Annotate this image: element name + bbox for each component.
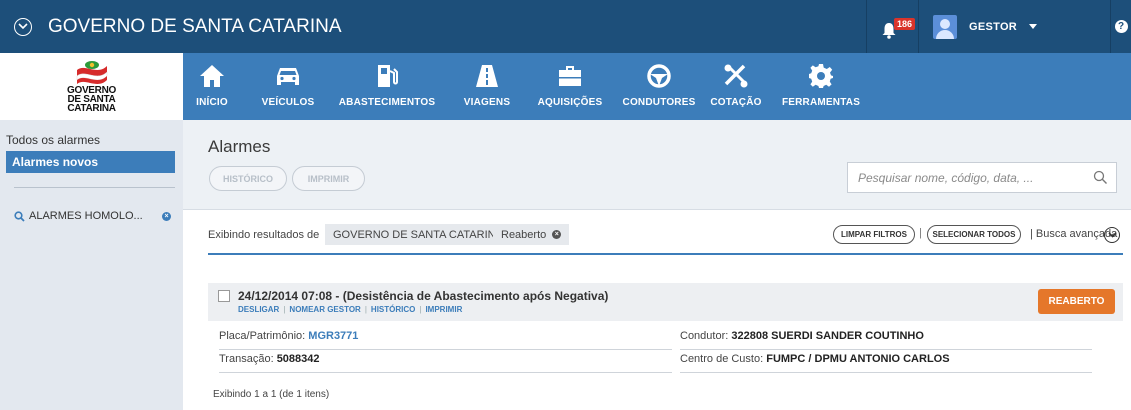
logo-text: GOVERNO DE SANTA CATARINA <box>66 85 117 114</box>
tools-icon <box>724 64 748 88</box>
nav-item-viagens[interactable]: VIAGENS <box>461 53 513 120</box>
help-icon: ? <box>1114 20 1128 33</box>
steering-wheel-icon <box>647 64 671 88</box>
result-actions: DESLIGAR | NOMEAR GESTOR | HISTÓRICO | I… <box>238 305 463 314</box>
help-button[interactable]: ? <box>1110 0 1131 53</box>
saved-search-label: ALARMES HOMOLO... <box>29 210 143 222</box>
filter-chip-org[interactable]: GOVERNO DE SANTA CATARINA <box>325 224 511 245</box>
search-icon <box>14 210 25 222</box>
home-icon <box>200 65 224 87</box>
print-link[interactable]: IMPRIMIR <box>425 305 462 314</box>
result-card-header: 24/12/2014 07:08 - (Desistência de Abast… <box>208 283 1123 321</box>
nav-item-aquisicoes[interactable]: AQUISIÇÕES <box>533 53 607 120</box>
assign-manager-link[interactable]: NOMEAR GESTOR <box>289 305 360 314</box>
car-icon <box>277 68 299 85</box>
divider <box>208 253 1123 255</box>
saved-search-item[interactable]: ALARMES HOMOLO... <box>14 210 143 222</box>
nav-item-ferramentas[interactable]: FERRAMENTAS <box>782 53 860 120</box>
filter-label: Exibindo resultados de <box>208 229 320 241</box>
driver-field: Condutor: 322808 SUERDI SANDER COUTINHO <box>680 330 1092 350</box>
org-selector[interactable]: GOVERNO DE SANTA CATARINA <box>14 0 342 53</box>
search-input[interactable]: Pesquisar nome, código, data, ... <box>847 162 1117 193</box>
page-title: Alarmes <box>208 137 271 156</box>
sidebar-item-new-alarms[interactable]: Alarmes novos <box>6 151 175 173</box>
nav-item-inicio[interactable]: INÍCIO <box>191 53 233 120</box>
chevron-down-icon[interactable] <box>1104 227 1120 243</box>
avatar <box>933 14 957 39</box>
user-menu[interactable]: GESTOR <box>918 0 1110 53</box>
main-nav: INÍCIO VEÍCULOS ABASTECIMENTOS VIAGENS A… <box>183 53 1131 120</box>
history-button[interactable]: HISTÓRICO <box>209 166 287 191</box>
select-all-button[interactable]: SELECIONAR TODOS <box>927 225 1021 244</box>
separator: | <box>919 227 922 239</box>
result-title: 24/12/2014 07:08 - (Desistência de Abast… <box>238 289 609 303</box>
sidebar-item-all-alarms[interactable]: Todos os alarmes <box>6 133 100 147</box>
search-placeholder: Pesquisar nome, código, data, ... <box>858 170 1034 185</box>
flag-emblem-icon <box>76 61 107 84</box>
clear-filters-button[interactable]: LIMPAR FILTROS <box>833 225 915 244</box>
pagination-info: Exibindo 1 a 1 (de 1 itens) <box>213 389 330 400</box>
nav-item-cotacao[interactable]: COTAÇÃO <box>710 53 761 120</box>
page-header: Alarmes HISTÓRICO IMPRIMIR Pesquisar nom… <box>183 120 1131 210</box>
user-name: GESTOR <box>969 20 1018 33</box>
plate-link[interactable]: MGR3771 <box>308 330 358 342</box>
gear-icon <box>809 64 833 88</box>
print-button[interactable]: IMPRIMIR <box>292 166 365 191</box>
caret-down-icon <box>1029 23 1038 29</box>
fuel-pump-icon <box>378 65 398 87</box>
org-title: GOVERNO DE SANTA CATARINA <box>48 15 342 37</box>
search-icon[interactable] <box>1093 170 1108 185</box>
road-icon <box>476 65 498 87</box>
top-bar: GOVERNO DE SANTA CATARINA 186 GESTOR ? <box>0 0 1131 53</box>
nav-item-condutores[interactable]: CONDUTORES <box>619 53 699 120</box>
transaction-field: Transação: 5088342 <box>219 353 672 373</box>
nav-item-veiculos[interactable]: VEÍCULOS <box>262 53 314 120</box>
result-checkbox[interactable] <box>218 290 230 302</box>
notifications-button[interactable]: 186 <box>866 0 918 53</box>
status-button[interactable]: REABERTO <box>1038 289 1115 314</box>
filter-bar: Exibindo resultados de GOVERNO DE SANTA … <box>208 222 1123 248</box>
chevron-down-icon[interactable] <box>14 17 32 36</box>
remove-filter-icon[interactable]: × <box>552 230 562 239</box>
remove-saved-search-icon[interactable]: × <box>162 212 171 221</box>
nav-item-abastecimentos[interactable]: ABASTECIMENTOS <box>339 53 435 120</box>
turn-off-link[interactable]: DESLIGAR <box>238 305 279 314</box>
sidebar-divider <box>14 187 175 188</box>
briefcase-icon <box>559 66 581 86</box>
logo[interactable]: GOVERNO DE SANTA CATARINA <box>0 53 183 120</box>
plate-field: Placa/Patrimônio: MGR3771 <box>219 330 672 350</box>
filter-chip-status[interactable]: Reaberto × <box>493 224 570 245</box>
history-link[interactable]: HISTÓRICO <box>371 305 415 314</box>
cost-center-field: Centro de Custo: FUMPC / DPMU ANTONIO CA… <box>680 353 1092 373</box>
notification-badge: 186 <box>894 18 916 30</box>
